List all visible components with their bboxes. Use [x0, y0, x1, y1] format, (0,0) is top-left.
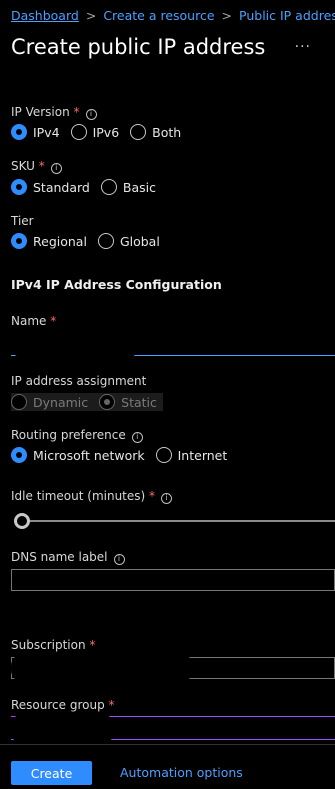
- routing-label: Routing preference i: [11, 428, 143, 443]
- breadcrumb: Dashboard > Create a resource > Public IP ad…: [11, 8, 335, 23]
- dns-input[interactable]: [11, 569, 335, 591]
- tier-label: Tier: [11, 214, 34, 228]
- radio-button-selected[interactable]: [11, 124, 27, 140]
- info-icon[interactable]: i: [113, 553, 125, 565]
- radio-static: Static: [99, 394, 157, 410]
- breadcrumb-dashboard[interactable]: Dashboard: [11, 8, 79, 23]
- radio-button-selected[interactable]: [11, 447, 27, 463]
- footer-bar: Create Automation options: [0, 744, 335, 789]
- ip-version-label: IP Version * i: [11, 105, 97, 120]
- name-label: Name *: [11, 314, 57, 328]
- radio-button-selected[interactable]: [11, 179, 27, 195]
- section-title: IPv4 IP Address Configuration: [11, 277, 222, 292]
- radio-button-selected[interactable]: [11, 233, 27, 249]
- info-icon[interactable]: i: [50, 162, 62, 174]
- radio-standard[interactable]: Standard: [11, 179, 90, 195]
- ip-version-radio-group: IPv4 IPv6 Both: [11, 124, 192, 140]
- create-button[interactable]: Create: [11, 761, 92, 785]
- tier-radio-group: Regional Global: [11, 233, 171, 249]
- radio-button[interactable]: [155, 447, 172, 463]
- redacted-name-value: [11, 332, 139, 358]
- radio-global[interactable]: Global: [97, 233, 160, 249]
- redacted-subscription-value: [11, 654, 193, 682]
- breadcrumb-create-resource[interactable]: Create a resource: [103, 8, 214, 23]
- radio-both[interactable]: Both: [130, 124, 181, 140]
- page-title: Create public IP address: [11, 35, 266, 59]
- radio-button[interactable]: [100, 179, 117, 195]
- assignment-label: IP address assignment: [11, 374, 147, 388]
- breadcrumb-public-ip[interactable]: Public IP address: [239, 8, 335, 23]
- radio-regional[interactable]: Regional: [11, 233, 87, 249]
- radio-button-selected: [99, 394, 116, 410]
- resource-group-label: Resource group *: [11, 698, 115, 712]
- dns-label: DNS name label i: [11, 550, 125, 565]
- info-icon[interactable]: i: [161, 492, 173, 504]
- radio-internet[interactable]: Internet: [155, 447, 227, 463]
- subscription-label: Subscription *: [11, 638, 96, 652]
- radio-microsoft-network[interactable]: Microsoft network: [11, 447, 145, 463]
- radio-ipv6[interactable]: IPv6: [70, 124, 119, 140]
- info-icon[interactable]: i: [85, 108, 97, 120]
- idle-timeout-slider-thumb[interactable]: [14, 513, 30, 529]
- routing-radio-group: Microsoft network Internet: [11, 447, 238, 463]
- radio-ipv4[interactable]: IPv4: [11, 124, 60, 140]
- assignment-radio-group: Dynamic Static: [11, 394, 168, 410]
- radio-button[interactable]: [70, 124, 87, 140]
- radio-dynamic: Dynamic: [11, 394, 88, 410]
- idle-timeout-slider-track[interactable]: [22, 520, 335, 522]
- sku-label: SKU * i: [11, 159, 62, 174]
- more-icon[interactable]: ···: [295, 39, 311, 55]
- info-icon[interactable]: i: [131, 431, 143, 443]
- sku-radio-group: Standard Basic: [11, 179, 167, 195]
- radio-button[interactable]: [130, 124, 147, 140]
- redacted-resource-group-value: [11, 714, 114, 744]
- idle-timeout-label: Idle timeout (minutes) * i: [11, 489, 173, 504]
- radio-button[interactable]: [97, 233, 114, 249]
- chevron-right-icon: >: [221, 8, 233, 23]
- radio-button: [11, 394, 27, 410]
- chevron-right-icon: >: [85, 8, 97, 23]
- automation-options-link[interactable]: Automation options: [120, 765, 243, 780]
- radio-basic[interactable]: Basic: [100, 179, 156, 195]
